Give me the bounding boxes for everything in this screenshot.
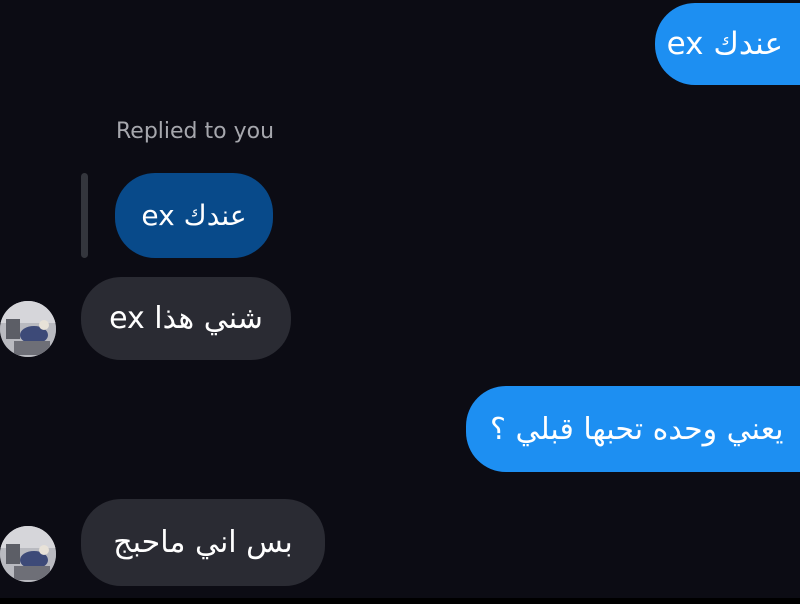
avatar-photo-icon bbox=[0, 301, 56, 357]
received-message-bubble[interactable]: بس اني ماحبج bbox=[81, 499, 325, 586]
sent-message-bubble[interactable]: عندك ex bbox=[655, 3, 800, 85]
chat-thread: عندك ex Replied to you عندك ex شني هذا e… bbox=[0, 0, 800, 600]
message-text: شني هذا ex bbox=[109, 301, 263, 336]
contact-avatar[interactable] bbox=[0, 301, 56, 357]
message-text: عندك ex bbox=[666, 26, 783, 62]
quoted-message-bubble[interactable]: عندك ex bbox=[115, 173, 273, 258]
quoted-message-text: عندك ex bbox=[141, 199, 247, 232]
received-message-bubble[interactable]: شني هذا ex bbox=[81, 277, 291, 360]
message-text: يعني وحده تحبها قبلي ؟ bbox=[490, 411, 784, 447]
reply-indicator-bar bbox=[81, 173, 88, 258]
reply-context-label: Replied to you bbox=[116, 119, 275, 144]
bottom-edge bbox=[0, 598, 800, 604]
contact-avatar[interactable] bbox=[0, 526, 56, 582]
avatar-photo-icon bbox=[0, 526, 56, 582]
sent-message-bubble[interactable]: يعني وحده تحبها قبلي ؟ bbox=[466, 386, 800, 472]
message-text: بس اني ماحبج bbox=[113, 525, 293, 560]
